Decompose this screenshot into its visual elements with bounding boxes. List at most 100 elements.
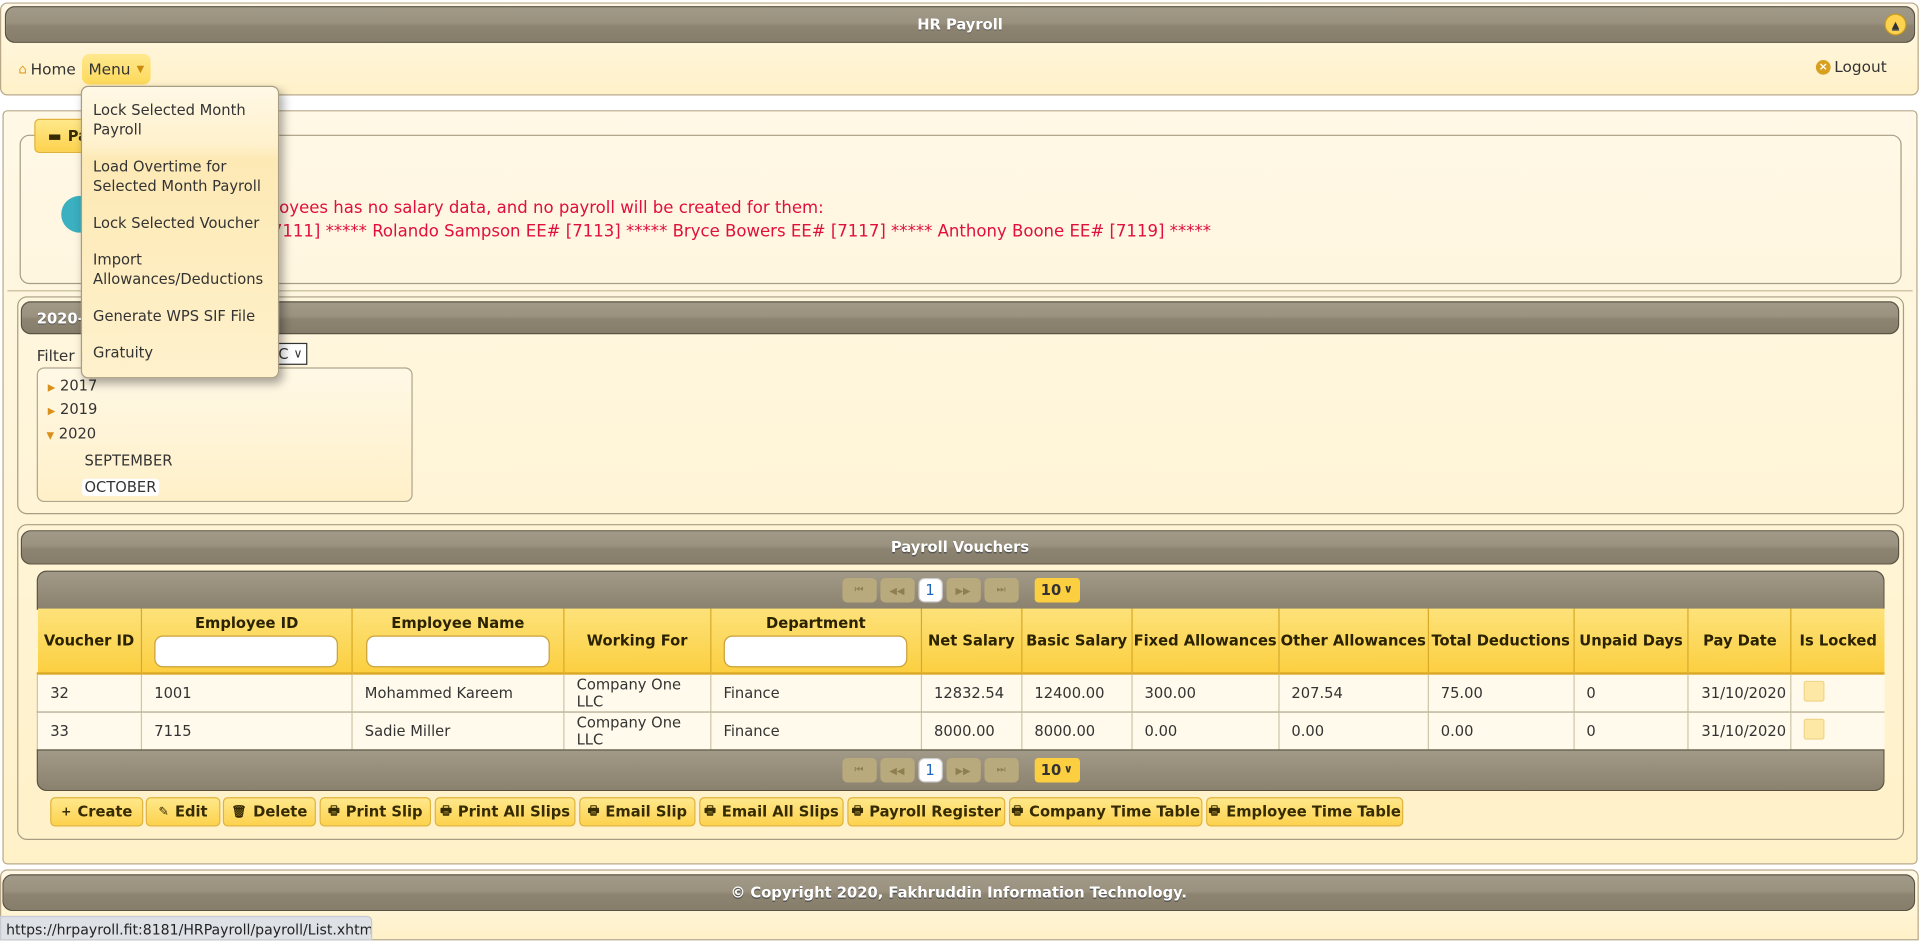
- menu-item[interactable]: Lock Selected Month Payroll: [82, 100, 278, 139]
- table-cell: 31/10/2020: [1687, 673, 1792, 713]
- button-label: Payroll Register: [869, 803, 1002, 821]
- prev-page-button[interactable]: ◀◀: [879, 757, 915, 783]
- logout-label: Logout: [1834, 57, 1887, 76]
- button-label: Email All Slips: [721, 803, 839, 821]
- is-locked-checkbox[interactable]: [1804, 680, 1826, 702]
- caret-right-icon: ▶: [47, 382, 56, 394]
- column-label: Pay Date: [1703, 631, 1777, 649]
- payroll-register-button[interactable]: 🖶 Payroll Register: [847, 797, 1006, 827]
- menu-item[interactable]: Generate WPS SIF File: [82, 306, 278, 326]
- table-cell: 33: [36, 711, 142, 751]
- column-label: Basic Salary: [1026, 631, 1128, 649]
- first-page-button[interactable]: ⏮: [841, 757, 877, 783]
- next-page-button[interactable]: ▶▶: [945, 577, 981, 603]
- button-label: Employee Time Table: [1226, 803, 1401, 821]
- tree-node-2020[interactable]: ▼ 2020: [47, 425, 97, 442]
- column-label: Department: [766, 614, 866, 632]
- column-header: Fixed Allowances: [1131, 608, 1279, 675]
- button-label: Company Time Table: [1029, 803, 1200, 821]
- copyright-text: © Copyright 2020, Fakhruddin Information…: [730, 884, 1187, 902]
- column-label: Is Locked: [1799, 631, 1877, 649]
- vouchers-title-bar: Payroll Vouchers: [20, 530, 1900, 565]
- is-locked-cell: [1790, 673, 1885, 713]
- column-label: Total Deductions: [1431, 631, 1570, 649]
- employee-time-table-button[interactable]: 🖶 Employee Time Table: [1206, 797, 1404, 827]
- delete-button[interactable]: 🗑 Delete: [222, 797, 316, 827]
- column-label: Other Allowances: [1280, 631, 1426, 649]
- main-menu-dropdown: Lock Selected Month Payroll Load Overtime…: [80, 85, 280, 379]
- last-page-button[interactable]: ⏭: [983, 757, 1019, 783]
- period-title-bar: 2020-: [20, 301, 1900, 335]
- menu-item[interactable]: Load Overtime for Selected Month Payroll: [82, 157, 278, 196]
- table-cell: 0.00: [1131, 711, 1279, 751]
- table-cell: Mohammed Kareem: [351, 673, 564, 713]
- minus-icon: ▬: [47, 127, 62, 145]
- column-label: Working For: [586, 631, 688, 649]
- tree-node-september[interactable]: SEPTEMBER: [84, 452, 172, 469]
- logout-link[interactable]: × Logout: [1815, 57, 1887, 76]
- chevron-down-icon: ∨: [1063, 584, 1073, 597]
- top-panel: HR Payroll ▲ ⌂ Home Menu ▼ × Logout: [0, 2, 1919, 96]
- app-title: HR Payroll: [917, 15, 1003, 34]
- footer-bar: © Copyright 2020, Fakhruddin Information…: [2, 874, 1916, 912]
- first-page-button[interactable]: ⏮: [841, 577, 877, 603]
- prev-page-button[interactable]: ◀◀: [879, 577, 915, 603]
- email-slip-button[interactable]: 🖶 Email Slip: [579, 797, 696, 827]
- print-slip-button[interactable]: 🖶 Print Slip: [319, 797, 432, 827]
- home-link[interactable]: ⌂ Home: [18, 60, 75, 78]
- caret-right-icon: ▶: [47, 405, 56, 417]
- table-cell: 300.00: [1131, 673, 1279, 713]
- app-title-bar: HR Payroll ▲: [4, 6, 1916, 43]
- column-header: Other Allowances: [1277, 608, 1428, 675]
- column-header: Net Salary: [920, 608, 1022, 675]
- page-1-button[interactable]: 1: [917, 757, 943, 783]
- page-1-button[interactable]: 1: [917, 577, 943, 603]
- menu-button[interactable]: Menu ▼: [82, 53, 151, 85]
- create-button[interactable]: + Create: [50, 797, 144, 827]
- print-icon: 🖶: [851, 803, 864, 818]
- table-row[interactable]: 32 1001 Mohammed Kareem Company One LLC Fina…: [36, 673, 1885, 713]
- plus-icon: +: [61, 805, 72, 819]
- company-time-table-button[interactable]: 🖶 Company Time Table: [1008, 797, 1203, 827]
- table-cell: Sadie Miller: [351, 711, 564, 751]
- rows-per-page-select[interactable]: 10 ∨: [1034, 577, 1080, 603]
- column-label: Unpaid Days: [1579, 631, 1683, 649]
- menu-item[interactable]: Import Allowances/Deductions: [82, 250, 278, 289]
- column-header: Employee ID: [140, 608, 352, 675]
- table-row[interactable]: 33 7115 Sadie Miller Company One LLC Finance…: [36, 711, 1885, 751]
- trash-icon: 🗑: [231, 805, 248, 819]
- tree-node-october[interactable]: OCTOBER: [82, 478, 159, 496]
- tree-node-2019[interactable]: ▶ 2019: [48, 400, 98, 417]
- next-page-button[interactable]: ▶▶: [945, 757, 981, 783]
- print-icon: 🖶: [440, 803, 452, 818]
- vouchers-title: Payroll Vouchers: [890, 538, 1030, 556]
- column-filter-input[interactable]: [366, 634, 550, 667]
- column-header: Employee Name: [351, 608, 564, 675]
- edit-button[interactable]: ✎ Edit: [145, 797, 221, 827]
- menu-label: Menu: [88, 60, 131, 79]
- column-header: Department: [709, 608, 922, 675]
- paginator-bottom: ⏮ ◀◀ 1 ▶▶ ⏭ 10 ∨: [36, 749, 1885, 792]
- print-all-slips-button[interactable]: 🖶 Print All Slips: [434, 797, 576, 827]
- is-locked-checkbox[interactable]: [1804, 718, 1826, 739]
- last-page-button[interactable]: ⏭: [983, 577, 1019, 603]
- print-icon: 🖶: [704, 803, 716, 818]
- status-url: https://hrpayroll.fit:8181/HRPayroll/pay…: [0, 915, 373, 941]
- menu-item[interactable]: Lock Selected Voucher: [82, 213, 278, 233]
- table-cell: 1001: [140, 673, 352, 713]
- column-filter-input[interactable]: [154, 634, 339, 667]
- collapse-button[interactable]: ▲: [1884, 13, 1907, 36]
- table-cell: 0.00: [1277, 711, 1428, 751]
- column-filter-input[interactable]: [724, 634, 908, 667]
- column-label: Voucher ID: [43, 631, 135, 649]
- menu-item[interactable]: Gratuity: [82, 343, 278, 363]
- rows-per-page-select[interactable]: 10 ∨: [1034, 757, 1080, 783]
- tree-node-2017[interactable]: ▶ 2017: [48, 377, 98, 394]
- tree-label: 2019: [59, 400, 98, 418]
- column-label: Fixed Allowances: [1133, 631, 1277, 649]
- caret-down-icon: ▼: [136, 63, 145, 75]
- rows-per-page-value: 10: [1040, 581, 1062, 599]
- column-header: Unpaid Days: [1572, 608, 1689, 675]
- email-all-slips-button[interactable]: 🖶 Email All Slips: [699, 797, 844, 827]
- period-title: 2020-: [36, 309, 84, 327]
